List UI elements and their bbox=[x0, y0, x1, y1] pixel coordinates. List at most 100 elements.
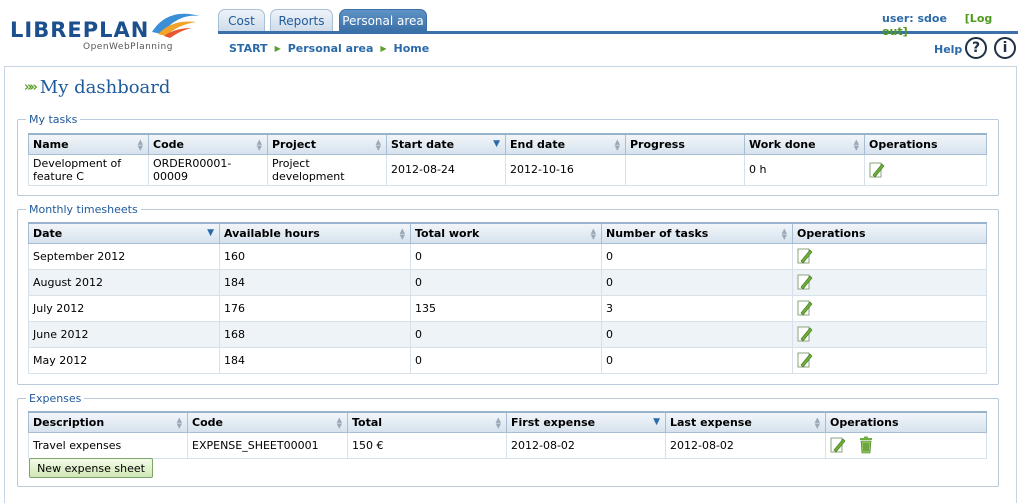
new-expense-sheet-button[interactable]: New expense sheet bbox=[29, 458, 153, 478]
cell-first-expense: 2012-08-02 bbox=[506, 431, 666, 459]
my-tasks-table: Name ▲ ▼ Code ▲ ▼ Project ▲ ▼ Start date ▼ End … bbox=[28, 133, 987, 186]
help-link[interactable]: Help bbox=[934, 43, 962, 56]
monthly-timesheets-legend: Monthly timesheets bbox=[29, 203, 138, 216]
edit-icon[interactable] bbox=[830, 436, 846, 454]
column-header-work-done[interactable]: Work done ▲ ▼ bbox=[744, 133, 865, 155]
edit-icon[interactable] bbox=[797, 273, 813, 291]
cell-number-of-tasks: 0 bbox=[601, 320, 793, 348]
info-icon[interactable]: i bbox=[994, 37, 1016, 59]
tab-personal-area[interactable]: Personal area bbox=[339, 9, 427, 31]
page-title: »» My dashboard bbox=[24, 77, 170, 98]
column-header-last-expense[interactable]: Last expense ▲ ▼ bbox=[665, 411, 826, 433]
user-area: user: sdoe [Log out] bbox=[882, 12, 1021, 38]
cell-available-hours: 168 bbox=[219, 320, 411, 348]
edit-icon[interactable] bbox=[869, 161, 885, 179]
sort-icon: ▲ ▼ bbox=[336, 416, 342, 430]
cell-total-work: 0 bbox=[410, 346, 602, 374]
column-header-available-hours[interactable]: Available hours ▲ ▼ bbox=[219, 222, 411, 244]
trash-icon[interactable] bbox=[858, 436, 874, 454]
page-title-text: My dashboard bbox=[39, 77, 171, 98]
expenses-legend: Expenses bbox=[29, 392, 82, 405]
cell-number-of-tasks: 0 bbox=[601, 346, 793, 374]
column-header-end-date[interactable]: End date ▲ ▼ bbox=[505, 133, 626, 155]
cell-code: ORDER00001-00009 bbox=[148, 153, 268, 186]
column-header-operations: Operations bbox=[864, 133, 987, 155]
sort-icon: ▲ ▼ bbox=[399, 227, 405, 241]
sort-desc-icon: ▼ bbox=[493, 139, 500, 149]
column-header-first-expense[interactable]: First expense ▼ bbox=[506, 411, 666, 433]
column-header-code[interactable]: Code ▲ ▼ bbox=[187, 411, 348, 433]
cell-name: Development of feature C bbox=[28, 153, 149, 186]
cell-operations bbox=[825, 431, 987, 459]
table-header-row: Date ▼ Available hours ▲ ▼ Total work ▲ ▼ Num… bbox=[28, 222, 987, 244]
cell-operations bbox=[864, 153, 987, 186]
table-row[interactable]: May 2012 184 0 0 bbox=[28, 346, 987, 374]
cell-total-work: 0 bbox=[410, 242, 602, 270]
breadcrumb-arrow-icon: ▶ bbox=[274, 44, 281, 53]
cell-date: July 2012 bbox=[28, 294, 220, 322]
column-header-operations: Operations bbox=[825, 411, 987, 433]
sort-icon: ▲ ▼ bbox=[814, 416, 820, 430]
column-header-name[interactable]: Name ▲ ▼ bbox=[28, 133, 149, 155]
table-row[interactable]: September 2012 160 0 0 bbox=[28, 242, 987, 270]
table-row[interactable]: Travel expenses EXPENSE_SHEET00001 150 €… bbox=[28, 431, 987, 459]
tab-cost[interactable]: Cost bbox=[218, 9, 265, 31]
cell-number-of-tasks: 3 bbox=[601, 294, 793, 322]
cell-end-date: 2012-10-16 bbox=[505, 153, 626, 186]
cell-operations bbox=[792, 242, 987, 270]
edit-icon[interactable] bbox=[797, 351, 813, 369]
breadcrumb-home[interactable]: Home bbox=[394, 42, 430, 55]
cell-date: May 2012 bbox=[28, 346, 220, 374]
table-header-row: Description ▲ ▼ Code ▲ ▼ Total ▲ ▼ First expen… bbox=[28, 411, 987, 433]
column-header-code[interactable]: Code ▲ ▼ bbox=[148, 133, 268, 155]
column-header-total[interactable]: Total ▲ ▼ bbox=[347, 411, 507, 433]
sort-icon: ▲ ▼ bbox=[375, 138, 381, 152]
tab-reports[interactable]: Reports bbox=[270, 9, 333, 31]
table-row[interactable]: June 2012 168 0 0 bbox=[28, 320, 987, 348]
breadcrumb: START ▶ Personal area ▶ Home bbox=[229, 42, 429, 55]
cell-date: August 2012 bbox=[28, 268, 220, 296]
logo-wordmark: LIBREPLAN bbox=[10, 18, 150, 42]
breadcrumb-personal-area[interactable]: Personal area bbox=[288, 42, 374, 55]
question-icon[interactable]: ? bbox=[965, 37, 987, 59]
column-header-date[interactable]: Date ▼ bbox=[28, 222, 220, 244]
monthly-timesheets-table: Date ▼ Available hours ▲ ▼ Total work ▲ ▼ Num… bbox=[28, 222, 987, 374]
sort-icon: ▲ ▼ bbox=[781, 227, 787, 241]
cell-available-hours: 176 bbox=[219, 294, 411, 322]
column-header-start-date[interactable]: Start date ▼ bbox=[386, 133, 506, 155]
table-row[interactable]: July 2012 176 135 3 bbox=[28, 294, 987, 322]
cell-project: Project development bbox=[267, 153, 387, 186]
sort-icon: ▲ ▼ bbox=[853, 138, 859, 152]
column-header-project[interactable]: Project ▲ ▼ bbox=[267, 133, 387, 155]
cell-total-work: 0 bbox=[410, 320, 602, 348]
table-row[interactable]: Development of feature C ORDER00001-0000… bbox=[28, 153, 987, 186]
sort-icon: ▲ ▼ bbox=[137, 138, 143, 152]
cell-date: September 2012 bbox=[28, 242, 220, 270]
edit-icon[interactable] bbox=[797, 299, 813, 317]
column-header-number-of-tasks[interactable]: Number of tasks ▲ ▼ bbox=[601, 222, 793, 244]
edit-icon[interactable] bbox=[797, 247, 813, 265]
cell-operations bbox=[792, 268, 987, 296]
cell-last-expense: 2012-08-02 bbox=[665, 431, 826, 459]
cell-code: EXPENSE_SHEET00001 bbox=[187, 431, 348, 459]
cell-available-hours: 184 bbox=[219, 268, 411, 296]
edit-icon[interactable] bbox=[797, 325, 813, 343]
cell-date: June 2012 bbox=[28, 320, 220, 348]
sort-desc-icon: ▼ bbox=[207, 228, 214, 238]
main-panel: »» My dashboard My tasks Name ▲ ▼ Code ▲ ▼ P… bbox=[4, 66, 1017, 503]
cell-description: Travel expenses bbox=[28, 431, 188, 459]
table-row[interactable]: August 2012 184 0 0 bbox=[28, 268, 987, 296]
cell-total-work: 0 bbox=[410, 268, 602, 296]
breadcrumb-start[interactable]: START bbox=[229, 42, 268, 55]
libreplan-logo[interactable]: LIBREPLAN OpenWebPlanning bbox=[10, 6, 205, 56]
column-header-description[interactable]: Description ▲ ▼ bbox=[28, 411, 188, 433]
cell-progress bbox=[625, 153, 745, 186]
column-header-operations: Operations bbox=[792, 222, 987, 244]
cell-number-of-tasks: 0 bbox=[601, 242, 793, 270]
sort-desc-icon: ▼ bbox=[653, 417, 660, 427]
my-tasks-legend: My tasks bbox=[29, 113, 78, 126]
app-header: LIBREPLAN OpenWebPlanning Cost Reports P… bbox=[0, 0, 1021, 66]
column-header-total-work[interactable]: Total work ▲ ▼ bbox=[410, 222, 602, 244]
bird-logo-icon bbox=[152, 13, 200, 38]
column-header-progress[interactable]: Progress bbox=[625, 133, 745, 155]
